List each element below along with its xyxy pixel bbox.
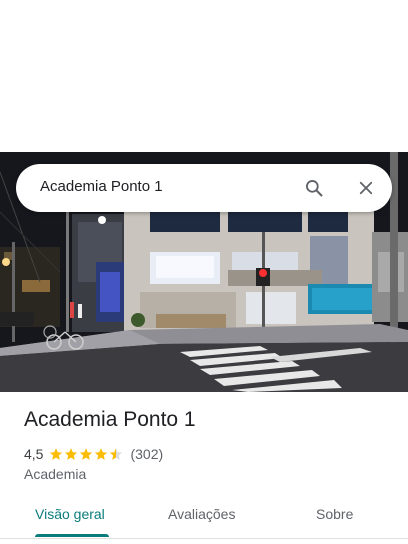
rating-row[interactable]: 4,5 (302) <box>24 445 163 463</box>
place-name: Academia Ponto 1 <box>24 408 196 431</box>
tab-overview[interactable]: Visão geral <box>35 506 105 522</box>
tab-reviews[interactable]: Avaliações <box>168 506 235 522</box>
rating-value: 4,5 <box>24 446 44 462</box>
star-full-icon <box>50 448 63 460</box>
star-full-icon <box>95 448 108 460</box>
active-tab-indicator <box>35 534 109 537</box>
review-count[interactable]: (302) <box>130 446 163 462</box>
place-category[interactable]: Academia <box>24 466 86 482</box>
search-icon <box>306 180 323 197</box>
close-icon <box>359 181 373 195</box>
rating-stars <box>49 447 124 461</box>
blank-area <box>0 0 408 152</box>
search-button[interactable] <box>300 174 328 202</box>
star-full-icon <box>80 448 93 460</box>
tab-about[interactable]: Sobre <box>316 506 353 522</box>
tab-bar: Visão geral Avaliações Sobre <box>0 494 408 539</box>
search-input[interactable]: Academia Ponto 1 <box>40 178 163 195</box>
star-full-icon <box>65 448 78 460</box>
close-button[interactable] <box>352 174 380 202</box>
star-half-icon <box>110 448 123 460</box>
search-bar[interactable]: Academia Ponto 1 <box>16 164 392 212</box>
